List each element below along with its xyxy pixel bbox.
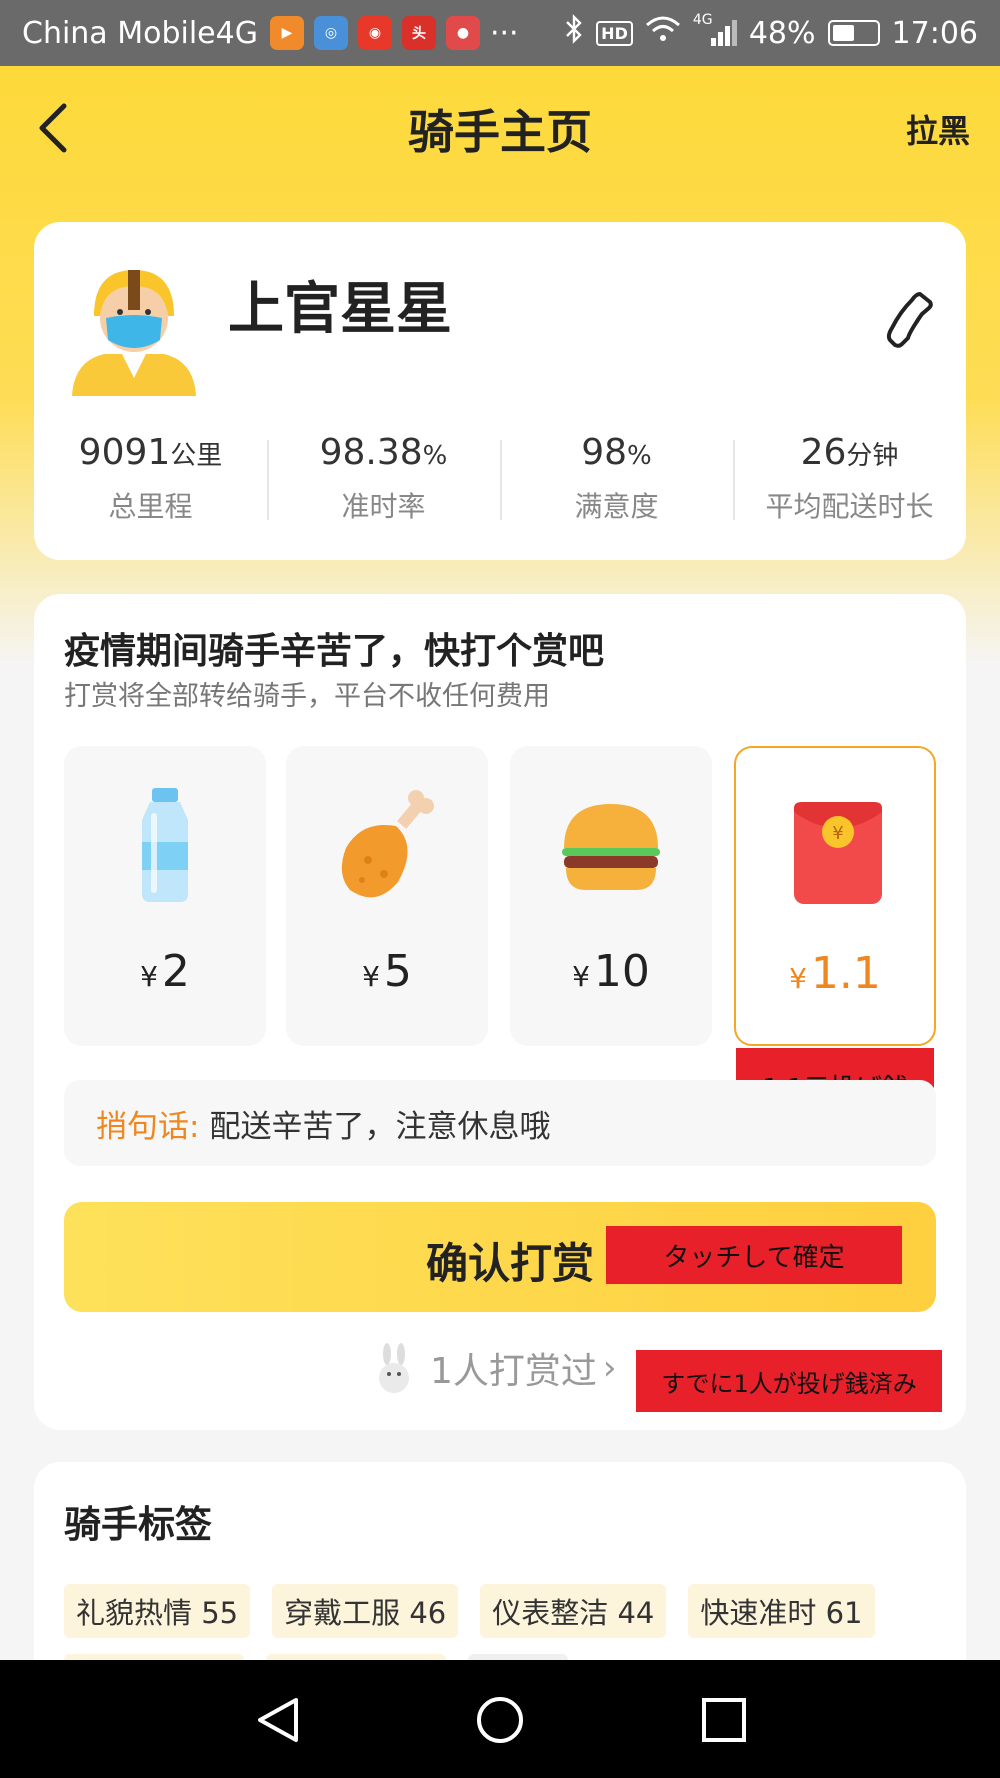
weibo-app-icon: ◉ [357, 16, 392, 50]
tipped-count-text: 1人打赏过 [430, 1351, 597, 1392]
currency-symbol: ¥ [789, 962, 807, 995]
tag-item: 仪表整洁 44 [480, 1584, 667, 1638]
wifi-icon [645, 15, 681, 51]
gift-price: ¥10 [510, 946, 712, 997]
message-box[interactable]: 捎句话: 配送辛苦了，注意休息哦 [64, 1080, 936, 1166]
message-label: 捎句话: [96, 1108, 200, 1145]
stat-total-distance: 9091公里 总里程 [34, 432, 267, 532]
bluetooth-icon [564, 14, 584, 52]
stat-value: 98.38 [319, 432, 423, 473]
rider-profile-card: 上官星星 9091公里 总里程 98.38% 准时率 98% 满意度 26分钟 … [34, 222, 966, 560]
nav-back-icon[interactable] [252, 1694, 304, 1746]
stat-label: 平均配送时长 [765, 490, 934, 523]
tip-card: 疫情期间骑手辛苦了，快打个赏吧 打赏将全部转给骑手，平台不收任何费用 ¥2 ¥5 [34, 594, 966, 1430]
currency-symbol: ¥ [362, 960, 380, 993]
stat-value: 9091 [78, 432, 171, 473]
phone-icon[interactable] [886, 290, 936, 350]
stat-unit: % [627, 441, 652, 471]
tags-row: 礼貌热情 55 穿戴工服 46 仪表整洁 44 快速准时 61 [64, 1584, 875, 1638]
stat-unit: % [422, 441, 448, 471]
battery-percent: 48% [748, 15, 816, 51]
block-button[interactable]: 拉黑 [906, 106, 970, 152]
stat-value: 98 [581, 432, 628, 473]
gift-price: ¥1.1 [736, 948, 934, 999]
tags-title: 骑手标签 [64, 1503, 212, 1546]
gift-price: ¥2 [64, 946, 266, 997]
stat-label: 总里程 [108, 490, 193, 523]
burger-icon [556, 786, 666, 906]
gift-option-red-envelope[interactable]: ¥ ¥1.1 [734, 746, 936, 1046]
gift-amount: 5 [383, 946, 412, 997]
confirm-tip-label: 确认打赏 [425, 1239, 594, 1288]
rider-stats: 9091公里 总里程 98.38% 准时率 98% 满意度 26分钟 平均配送时… [34, 432, 966, 532]
rider-avatar [64, 256, 204, 396]
bunny-icon [374, 1342, 414, 1394]
annotation-confirm: タッチして確定 [606, 1226, 902, 1284]
tipped-count-link[interactable]: 1人打赏过 › [374, 1342, 617, 1394]
currency-symbol: ¥ [140, 960, 158, 993]
message-text: 配送辛苦了，注意休息哦 [209, 1108, 551, 1145]
hd-badge: HD [596, 20, 633, 46]
red-envelope-icon: ¥ [782, 788, 892, 908]
chicken-leg-icon [332, 786, 442, 906]
stat-satisfaction: 98% 满意度 [500, 432, 733, 532]
top-bar: 骑手主页 拉黑 [0, 66, 1000, 186]
stat-avg-delivery-time: 26分钟 平均配送时长 [733, 432, 966, 532]
map-app-icon: ● [445, 16, 480, 50]
stat-label: 满意度 [574, 490, 659, 523]
carrier-name: China Mobile4G [22, 15, 258, 51]
battery-icon [827, 20, 880, 46]
tip-title: 疫情期间骑手辛苦了，快打个赏吧 [64, 631, 605, 672]
signal-icon: 4G [693, 12, 737, 46]
chevron-right-icon: › [602, 1348, 617, 1388]
water-bottle-icon [110, 786, 220, 906]
annotation-tipped: すでに1人が投げ銭済み [636, 1350, 942, 1412]
more-notifications-icon: ··· [489, 15, 519, 51]
stat-value: 26 [800, 432, 847, 473]
page-title: 骑手主页 [408, 105, 592, 159]
stat-unit: 分钟 [846, 441, 899, 471]
clock: 17:06 [891, 15, 978, 51]
status-bar: China Mobile4G ▶ ◎ ◉ 头 ● ··· HD 4G 48% 1… [0, 0, 1000, 66]
news-app-icon: 头 [401, 16, 436, 50]
gift-option-water[interactable]: ¥2 [64, 746, 266, 1046]
gift-price: ¥5 [286, 946, 488, 997]
stat-unit: 公里 [170, 441, 223, 471]
tag-item: 快速准时 61 [688, 1584, 875, 1638]
stat-on-time-rate: 98.38% 准时率 [267, 432, 500, 532]
browser-app-icon: ◎ [313, 16, 348, 50]
rider-tags-card: 骑手标签 礼貌热情 55 穿戴工服 46 仪表整洁 44 快速准时 61 [34, 1462, 966, 1694]
tag-item: 穿戴工服 46 [272, 1584, 459, 1638]
currency-symbol: ¥ [572, 960, 590, 993]
gift-amount: 10 [593, 946, 650, 997]
tip-subtitle: 打赏将全部转给骑手，平台不收任何费用 [64, 681, 550, 712]
svg-text:¥: ¥ [832, 823, 843, 844]
gift-option-chicken[interactable]: ¥5 [286, 746, 488, 1046]
network-type: 4G [692, 12, 713, 28]
gift-option-burger[interactable]: ¥10 [510, 746, 712, 1046]
tag-item: 礼貌热情 55 [64, 1584, 251, 1638]
system-nav-bar [0, 1660, 1000, 1778]
rider-name: 上官星星 [228, 277, 452, 342]
nav-recents-icon[interactable] [698, 1694, 750, 1746]
video-app-icon: ▶ [269, 16, 304, 50]
gift-amount: 2 [161, 946, 190, 997]
gift-amount: 1.1 [810, 948, 881, 999]
nav-home-icon[interactable] [474, 1694, 526, 1746]
stat-label: 准时率 [341, 490, 426, 523]
